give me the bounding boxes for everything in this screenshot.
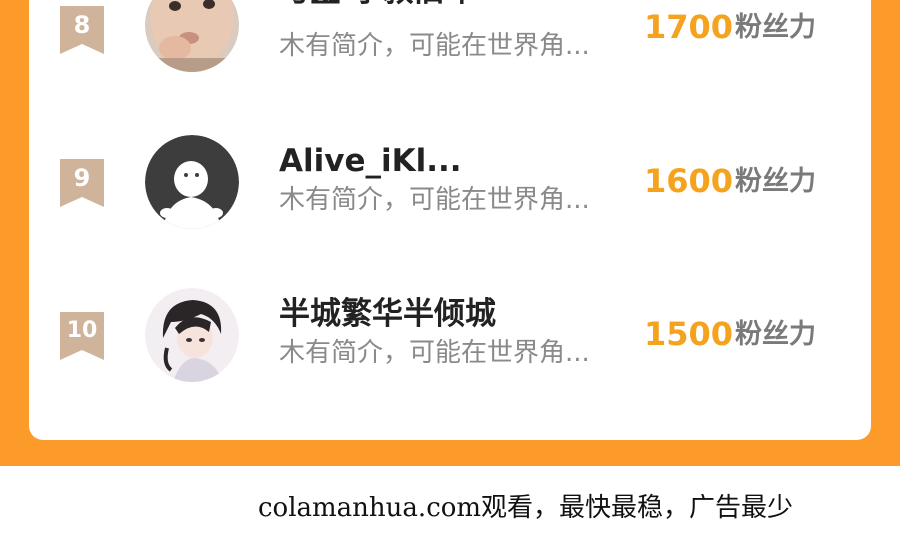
user-avatar-baby[interactable]: [145, 0, 239, 72]
fan-power-score: 1500: [644, 315, 734, 353]
rank-number: 10: [66, 318, 98, 343]
fan-power-score: 1600: [644, 162, 734, 200]
ranking-row[interactable]: 9 Alive_iKl... 木有简介，可能在世界角... 1600 粉丝力: [29, 132, 871, 242]
rank-number: 8: [73, 11, 91, 39]
ranking-row[interactable]: 10 半城繁华半倾城 木有简介，可能在世界角... 1500 粉丝力: [29, 285, 871, 395]
rank-ribbon-badge: 10: [60, 312, 104, 360]
user-name[interactable]: 与἟ 尔叙旧年: [279, 0, 476, 10]
fan-power-score: 1700: [644, 8, 734, 46]
user-name[interactable]: 半城繁华半倾城: [279, 295, 496, 333]
rank-ribbon-badge: 8: [60, 6, 104, 54]
default-user-avatar-icon: [145, 135, 239, 229]
ranking-card: 8 与἟ 尔叙旧年 木有简介，可能在世界角... 1700 粉丝力: [29, 0, 871, 440]
rank-number: 9: [73, 164, 91, 192]
rank-ribbon-badge: 9: [60, 159, 104, 207]
baby-photo-avatar-icon: [145, 0, 239, 72]
fan-power-unit: 粉丝力: [735, 166, 816, 197]
anime-character-avatar-icon: [145, 288, 239, 382]
fan-power-unit: 粉丝力: [735, 12, 816, 43]
user-bio: 木有简介，可能在世界角...: [279, 185, 590, 215]
ranking-page: 8 与἟ 尔叙旧年 木有简介，可能在世界角... 1700 粉丝力: [0, 0, 900, 552]
user-bio: 木有简介，可能在世界角...: [279, 338, 590, 368]
fan-power-unit: 粉丝力: [735, 319, 816, 350]
ranking-row[interactable]: 8 与἟ 尔叙旧年 木有简介，可能在世界角... 1700 粉丝力: [29, 0, 871, 90]
user-name[interactable]: Alive_iKl...: [279, 142, 462, 180]
user-bio: 木有简介，可能在世界角...: [279, 31, 590, 61]
watermark-text: colamanhua.com观看，最快最稳，广告最少: [258, 493, 794, 523]
user-avatar-default[interactable]: [145, 135, 239, 229]
user-avatar-anime[interactable]: [145, 288, 239, 382]
